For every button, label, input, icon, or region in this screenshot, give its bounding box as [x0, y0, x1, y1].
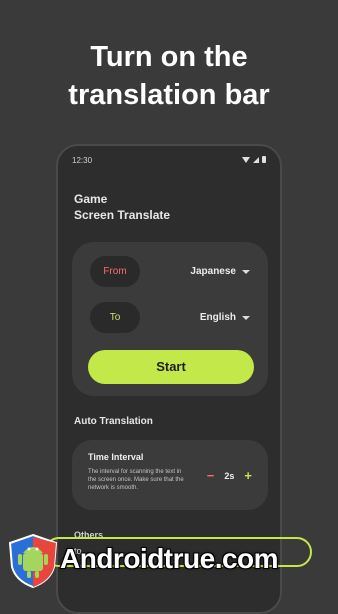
minus-button[interactable]: − [207, 468, 215, 483]
app-title-line-1: Game [74, 192, 108, 206]
status-bar: 12:30 [72, 156, 266, 168]
start-button[interactable]: Start [88, 350, 254, 384]
time-interval-stepper: − 2s + [207, 468, 252, 483]
caret-down-icon [242, 269, 250, 274]
headline-line-2: translation bar [68, 79, 270, 111]
wifi-icon [242, 156, 250, 163]
battery-icon [262, 156, 266, 163]
from-language-value: Japanese [190, 266, 236, 277]
app-title: Game Screen Translate [74, 191, 170, 223]
time-interval-value: 2s [224, 470, 235, 481]
watermark-text: Androidtrue.com [60, 543, 279, 574]
android-shield-icon [8, 533, 58, 589]
headline: Turn on the translation bar [0, 38, 338, 114]
app-title-line-2: Screen Translate [74, 208, 171, 222]
from-language-select[interactable]: Japanese [190, 266, 250, 277]
auto-translation-title: Auto Translation [74, 416, 153, 427]
to-language-select[interactable]: English [200, 312, 250, 323]
time-interval-card: Time Interval The interval for scanning … [72, 440, 268, 510]
status-icons [242, 156, 266, 163]
plus-button[interactable]: + [244, 468, 252, 483]
status-time: 12:30 [72, 156, 93, 165]
from-label: From [90, 256, 140, 287]
caret-down-icon [242, 315, 250, 320]
headline-line-1: Turn on the [90, 41, 248, 73]
language-card: From Japanese To English Start [72, 242, 268, 396]
watermark: Androidtrue.com [0, 531, 338, 593]
to-label: To [90, 302, 140, 333]
time-interval-title: Time Interval [88, 452, 144, 462]
to-language-value: English [199, 312, 236, 323]
time-interval-description: The interval for scanning the text in th… [88, 469, 184, 491]
signal-icon [253, 156, 259, 163]
